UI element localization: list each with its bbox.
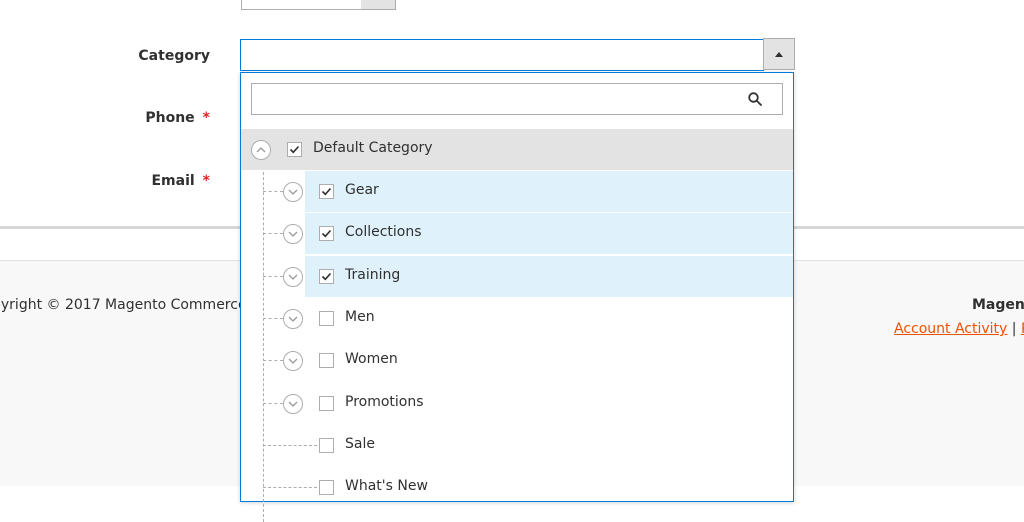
checkbox[interactable]: [319, 184, 334, 199]
tree-item-label: What's New: [345, 478, 428, 494]
category-label-text: Category: [138, 48, 210, 64]
tree-item-collections[interactable]: Collections: [241, 213, 793, 254]
email-label-text: Email: [151, 173, 195, 189]
previous-select-field[interactable]: [241, 0, 363, 10]
checkbox[interactable]: [319, 353, 334, 368]
tree-item-label: Men: [345, 309, 375, 325]
previous-select-toggle[interactable]: [361, 0, 396, 10]
tree-connector: [263, 233, 283, 234]
footer-brand: Magent: [972, 297, 1024, 313]
category-dropdown-panel: Default Category Gear Collections Traini…: [240, 72, 794, 522]
chevron-down-icon[interactable]: [283, 267, 303, 287]
tree-item-training[interactable]: Training: [241, 256, 793, 297]
category-dropdown-toggle[interactable]: [763, 38, 795, 70]
tree-connector: [263, 318, 283, 319]
tree-item-sale[interactable]: Sale: [241, 425, 793, 466]
tree-root-label: Default Category: [313, 140, 433, 156]
tree-item-women[interactable]: Women: [241, 340, 793, 381]
tree-item-label: Gear: [345, 182, 379, 198]
tree-connector: [263, 360, 283, 361]
caret-up-icon: [775, 51, 783, 57]
footer-copyright: pyright © 2017 Magento Commerce I: [0, 297, 256, 313]
phone-label-text: Phone: [145, 110, 195, 126]
email-label: Email *: [151, 173, 210, 189]
chevron-up-icon[interactable]: [251, 140, 271, 160]
tree-root-row[interactable]: Default Category: [241, 129, 793, 170]
tree-item-label: Sale: [345, 436, 375, 452]
tree-connector: [263, 445, 317, 446]
required-marker: *: [202, 110, 210, 126]
tree-item-label: Collections: [345, 224, 422, 240]
tree-item-label: Promotions: [345, 394, 424, 410]
chevron-down-icon[interactable]: [283, 182, 303, 202]
checkbox[interactable]: [319, 480, 334, 495]
tree-item-men[interactable]: Men: [241, 298, 793, 339]
required-marker: *: [202, 173, 210, 189]
account-activity-link[interactable]: Account Activity: [894, 321, 1007, 337]
tree-item-label: Women: [345, 351, 398, 367]
checkbox[interactable]: [319, 226, 334, 241]
tree-connector: [263, 191, 283, 192]
checkbox[interactable]: [319, 396, 334, 411]
category-search-input[interactable]: [251, 83, 783, 115]
category-select-input[interactable]: [240, 39, 764, 71]
tree-item-whats-new[interactable]: What's New: [241, 467, 793, 508]
chevron-down-icon[interactable]: [283, 394, 303, 414]
tree-item-label: Training: [345, 267, 401, 283]
checkbox[interactable]: [287, 142, 302, 157]
checkbox[interactable]: [319, 311, 334, 326]
chevron-down-icon[interactable]: [283, 224, 303, 244]
tree-connector: [263, 487, 317, 488]
tree-item-gear[interactable]: Gear: [241, 171, 793, 212]
chevron-down-icon[interactable]: [283, 351, 303, 371]
search-icon[interactable]: [748, 92, 762, 106]
category-label: Category: [138, 48, 210, 64]
tree-item-promotions[interactable]: Promotions: [241, 383, 793, 424]
footer-links: Account Activity | R: [894, 321, 1024, 337]
checkbox[interactable]: [319, 269, 334, 284]
tree-connector: [263, 276, 283, 277]
tree-connector: [263, 403, 283, 404]
chevron-down-icon[interactable]: [283, 309, 303, 329]
checkbox[interactable]: [319, 438, 334, 453]
footer-link-separator: |: [1011, 321, 1017, 337]
phone-label: Phone *: [145, 110, 210, 126]
